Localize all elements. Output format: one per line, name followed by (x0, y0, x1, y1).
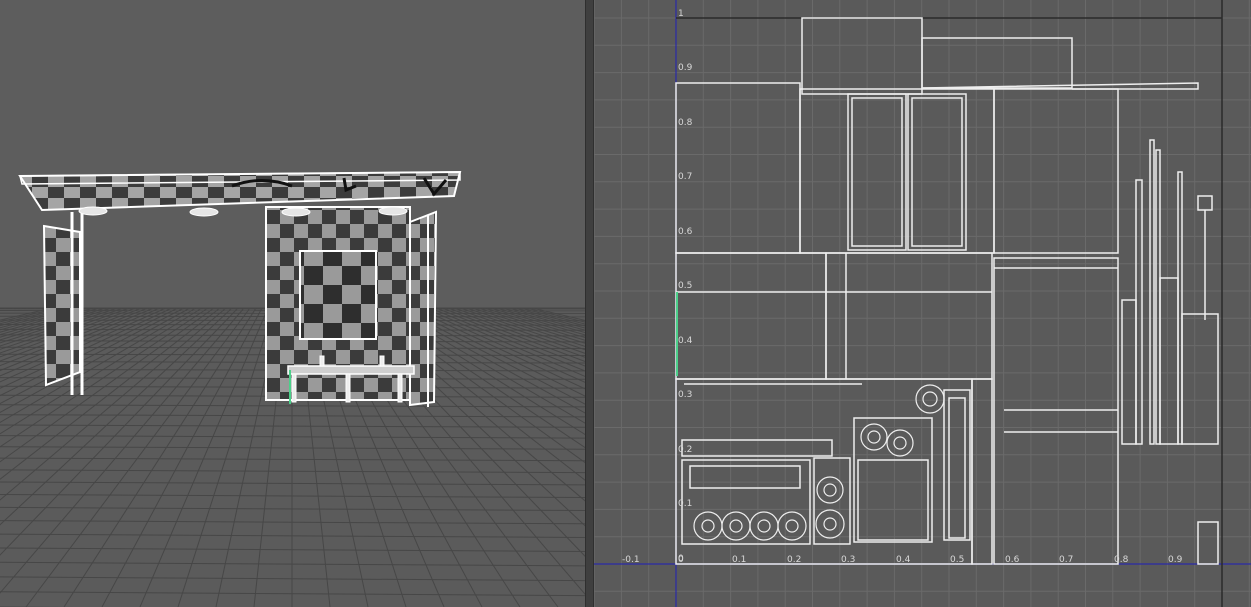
u-tick: 0.2 (787, 555, 801, 565)
u-tick: 0.4 (896, 555, 911, 565)
roof (18, 170, 462, 212)
uv-canvas[interactable]: 1 0.9 0.8 0.7 0.6 0.5 0.4 0.3 0.2 0.1 0 … (594, 0, 1251, 607)
u-tick: 0.7 (1059, 555, 1073, 565)
u-tick: 0.8 (1114, 555, 1129, 565)
perspective-viewport[interactable] (0, 0, 585, 607)
u-tick: 0.9 (1168, 555, 1183, 565)
v-tick: 0.8 (678, 118, 693, 128)
uv-editor-viewport[interactable]: 1 0.9 0.8 0.7 0.6 0.5 0.4 0.3 0.2 0.1 0 … (594, 0, 1251, 607)
u-tick: 0 (678, 555, 684, 565)
right-side-panel (409, 210, 438, 407)
viewport-splitter[interactable] (585, 0, 594, 607)
viewport-canvas[interactable] (0, 0, 585, 607)
v-tick: 0.7 (678, 172, 692, 182)
v-tick: 0.6 (678, 227, 693, 237)
u-tick: 0.1 (732, 555, 746, 565)
v-tick: 0.5 (678, 281, 692, 291)
u-tick: -0.1 (622, 555, 640, 565)
v-tick: 1 (678, 9, 684, 19)
v-tick: 0.4 (678, 336, 693, 346)
v-tick: 0.9 (678, 63, 693, 73)
u-tick: 0.3 (841, 555, 855, 565)
v-tick: 0.3 (678, 390, 692, 400)
left-side-panel (42, 212, 84, 395)
application-window: 1 0.9 0.8 0.7 0.6 0.5 0.4 0.3 0.2 0.1 0 … (0, 0, 1251, 607)
v-tick: 0.1 (678, 499, 692, 509)
v-tick: 0.2 (678, 445, 692, 455)
uv-circle-shells (693, 384, 945, 541)
u-tick: 0.6 (1005, 555, 1020, 565)
u-tick: 0.5 (950, 555, 964, 565)
